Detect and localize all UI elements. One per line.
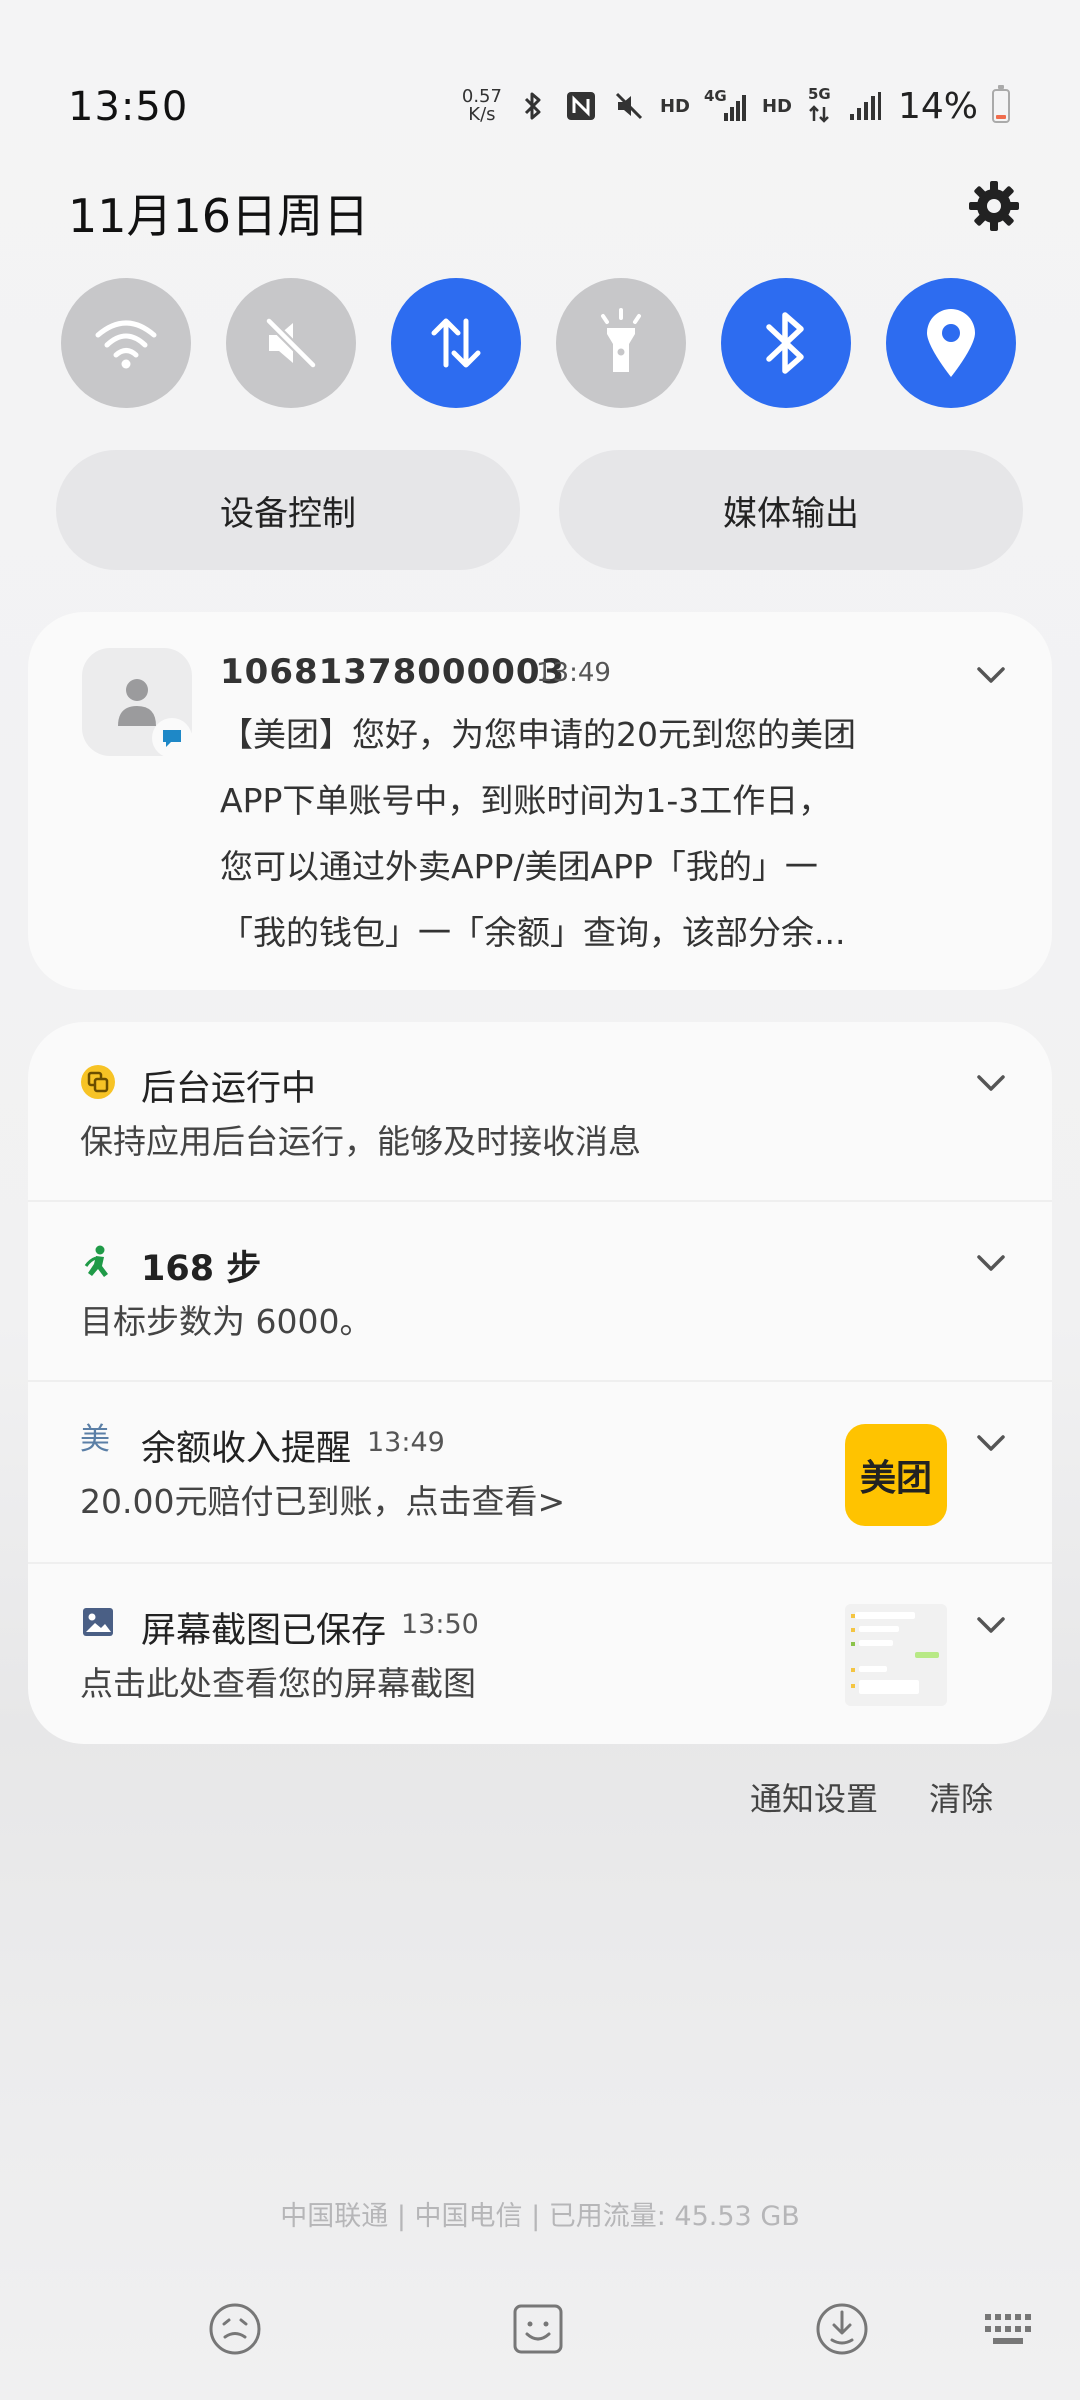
background-running-notification[interactable]: 后台运行中 保持应用后台运行，能够及时接收消息 (28, 1022, 1052, 1200)
walking-icon (80, 1244, 116, 1280)
meituan-small-icon: 美 (80, 1422, 110, 1457)
meituan-logo: 美团 (845, 1424, 947, 1526)
signal-4g-label: 4G (703, 87, 727, 105)
expand-chevron-icon[interactable] (974, 1608, 1008, 1642)
screenshot-thumbnail[interactable] (845, 1604, 947, 1706)
battery-icon (992, 85, 1010, 123)
balance-title: 余额收入提醒 (141, 1429, 352, 1469)
notification-group: 后台运行中 保持应用后台运行，能够及时接收消息 168 步 目标步数为 6000… (28, 1022, 1052, 1744)
background-app-icon (80, 1064, 116, 1100)
hd-label-2: HD (761, 95, 792, 117)
mute-status-icon (612, 89, 646, 123)
expand-chevron-icon[interactable] (974, 658, 1008, 692)
sms-body: 【美团】您好，为您申请的20元到您的美团 APP下单账号中，到账时间为1-3工作… (220, 702, 920, 966)
media-output-button[interactable]: 媒体输出 (559, 450, 1023, 570)
screenshot-time: 13:50 (401, 1609, 479, 1640)
location-icon (927, 309, 975, 377)
battery-fill (996, 115, 1006, 119)
notification-settings-button[interactable]: 通知设置 (750, 1774, 878, 1820)
flashlight-toggle[interactable] (556, 278, 686, 408)
data-transfer-icon (431, 318, 481, 368)
signal-4g-icon: 4G (703, 87, 748, 123)
expand-chevron-icon[interactable] (974, 1426, 1008, 1460)
balance-subtitle: 20.00元赔付已到账，点击查看> (80, 1482, 566, 1521)
wifi-toggle[interactable] (61, 278, 191, 408)
steps-subtitle: 目标步数为 6000。 (80, 1302, 373, 1341)
hd-label-1: HD (659, 95, 690, 117)
expand-chevron-icon[interactable] (974, 1066, 1008, 1100)
location-toggle[interactable] (886, 278, 1016, 408)
wifi-icon (95, 320, 157, 369)
screenshot-title: 屏幕截图已保存 (141, 1611, 387, 1651)
status-icons: 0.57 K/s HD 4G HD 5G 14% (462, 82, 1010, 130)
status-time: 13:50 (68, 84, 189, 130)
background-running-subtitle: 保持应用后台运行，能够及时接收消息 (80, 1122, 641, 1161)
sound-toggle[interactable] (226, 278, 356, 408)
gallery-icon (80, 1604, 116, 1640)
quick-toggles (61, 278, 1016, 408)
screenshot-subtitle: 点击此处查看您的屏幕截图 (80, 1664, 476, 1703)
sms-line: 「我的钱包」一「余额」查询，该部分余... (220, 913, 846, 952)
emoji-face-icon[interactable] (208, 2302, 262, 2360)
sms-sender: 10681378000003 (220, 652, 566, 692)
network-speed: 0.57 K/s (462, 88, 502, 124)
sticker-icon[interactable] (511, 2302, 565, 2360)
keyboard-icon[interactable] (983, 2312, 1037, 2352)
clear-button[interactable]: 清除 (929, 1774, 993, 1820)
sms-line: 【美团】您好，为您申请的20元到您的美团 (220, 715, 856, 754)
steps-title: 168 步 (141, 1249, 262, 1289)
flashlight-icon (601, 308, 641, 372)
battery-percent: 14% (897, 85, 978, 127)
bluetooth-status-icon (516, 89, 550, 123)
mobile-data-toggle[interactable] (391, 278, 521, 408)
network-speed-unit: K/s (468, 104, 496, 125)
signal-bars-icon (848, 89, 882, 123)
message-badge-icon (152, 718, 192, 758)
date-label: 11月16日周日 (68, 189, 370, 243)
nfc-icon (564, 89, 598, 123)
sms-line: APP下单账号中，到账时间为1-3工作日， (220, 781, 832, 820)
signal-5g-icon: 5G (806, 85, 834, 123)
expand-chevron-icon[interactable] (974, 1246, 1008, 1280)
download-emoji-icon[interactable] (815, 2302, 869, 2360)
balance-notification[interactable]: 美 余额收入提醒 13:49 20.00元赔付已到账，点击查看> 美团 (28, 1382, 1052, 1562)
screenshot-notification[interactable]: 屏幕截图已保存 13:50 点击此处查看您的屏幕截图 (28, 1564, 1052, 1744)
signal-5g-label: 5G (807, 85, 831, 103)
background-running-title: 后台运行中 (141, 1069, 317, 1109)
settings-gear-icon[interactable] (966, 178, 1022, 234)
balance-time: 13:49 (367, 1427, 445, 1458)
keyboard-toolbar (0, 2290, 1080, 2380)
bluetooth-icon (766, 312, 804, 374)
device-control-button[interactable]: 设备控制 (56, 450, 520, 570)
sms-line: 您可以通过外卖APP/美团APP「我的」一 (220, 847, 818, 886)
carrier-info: 中国联通 | 中国电信 | 已用流量: 45.53 GB (280, 2201, 800, 2232)
sms-time: 13:49 (536, 658, 611, 688)
bluetooth-toggle[interactable] (721, 278, 851, 408)
mute-icon (265, 317, 317, 369)
steps-notification[interactable]: 168 步 目标步数为 6000。 (28, 1202, 1052, 1380)
